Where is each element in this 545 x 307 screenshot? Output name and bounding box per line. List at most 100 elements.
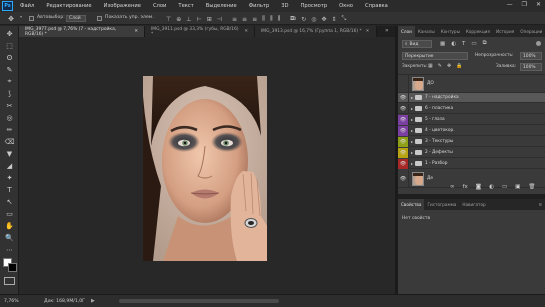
align-left-icon[interactable]: ⊢ [197, 16, 202, 23]
tab-layers[interactable]: Слои [398, 26, 415, 37]
close-icon[interactable]: ✕ [134, 29, 138, 34]
brush-tool-icon[interactable]: ◎ [4, 113, 15, 122]
folder-icon[interactable]: ▭ [502, 184, 507, 190]
horizontal-scrollbar[interactable] [19, 298, 395, 304]
3d-rotate-icon[interactable]: ↻ [301, 16, 306, 23]
menu-filter[interactable]: Фильтр [249, 3, 270, 9]
quick-mask-icon[interactable] [4, 277, 15, 285]
crop-tool-icon[interactable]: ⌖ [4, 77, 15, 86]
healing-tool-icon[interactable]: ✂ [4, 101, 15, 110]
document-image[interactable] [143, 76, 267, 261]
distribute-left-icon[interactable]: ⫼ [262, 15, 265, 23]
distribute-right-icon[interactable]: ⫼ [278, 15, 281, 23]
filter-pixel-icon[interactable]: ▦ [440, 41, 445, 47]
panel-menu-icon[interactable]: ≡ [535, 199, 545, 210]
layer-row-selected[interactable]: 👁 ▸ 7 - надстройка [398, 92, 545, 103]
menu-layers[interactable]: Слои [153, 3, 166, 9]
lasso-tool-icon[interactable]: ʘ [4, 53, 15, 62]
adjustment-icon[interactable]: ◐ [489, 184, 494, 190]
distribute-hcenter-icon[interactable]: ⫼ [270, 15, 273, 23]
move-tool-preset-icon[interactable]: ✥ [4, 14, 18, 23]
menu-3d[interactable]: 3D [281, 3, 288, 9]
tab-paths[interactable]: Контуры [438, 26, 463, 37]
shape-tool-icon[interactable]: ▭ [4, 209, 15, 218]
eye-icon[interactable]: 👁 [398, 147, 409, 158]
tab-adjustments[interactable]: Коррекция [463, 26, 493, 37]
menu-help[interactable]: Справка [365, 3, 388, 9]
eye-icon[interactable]: 👁 [398, 136, 409, 147]
blur-tool-icon[interactable]: ◢ [4, 161, 15, 170]
layer-filter-select[interactable]: ⌕ Вид [402, 40, 432, 48]
new-layer-icon[interactable]: ▣ [515, 184, 520, 190]
layer-row[interactable]: 👁 ▸ 6 - пластика [398, 103, 545, 114]
filter-adjust-icon[interactable]: ◐ [451, 41, 456, 47]
tab-img-3913[interactable]: IMG_3913.psd @ 16,7% (Группа 1, RGB/16) … [255, 26, 377, 37]
lock-transparency-icon[interactable]: ▦ [428, 63, 433, 69]
menu-select[interactable]: Выделение [206, 3, 237, 9]
tab-channels[interactable]: Каналы [415, 26, 438, 37]
distribute-top-icon[interactable]: ≡ [232, 16, 237, 23]
quick-select-tool-icon[interactable]: ✎ [4, 65, 15, 74]
blend-mode-select[interactable]: Перекрытие [402, 52, 468, 60]
trash-icon[interactable]: 🗑 [528, 184, 535, 190]
3d-slide-icon[interactable]: ⇕ [332, 16, 337, 23]
menu-window[interactable]: Окно [339, 3, 353, 9]
3d-roll-icon[interactable]: ◎ [311, 16, 316, 23]
tab-actions[interactable]: Операции [517, 26, 545, 37]
fx-icon[interactable]: fx [463, 184, 468, 190]
hand-tool-icon[interactable]: ✋ [4, 221, 15, 230]
align-vcenter-icon[interactable]: ⊕ [176, 16, 181, 23]
layer-row[interactable]: 👁 ▸ 4 - цветокор. [398, 125, 545, 136]
menu-text[interactable]: Текст [178, 3, 193, 9]
tab-img-3911[interactable]: IMG_3911.psd @ 33,3% (губы, RGB/16) * ✕ [145, 26, 255, 37]
tab-properties[interactable]: Свойства [398, 199, 425, 210]
distribute-bottom-icon[interactable]: ≡ [252, 16, 257, 23]
gradient-tool-icon[interactable]: ▼ [4, 149, 15, 158]
background-color-swatch[interactable] [8, 263, 17, 272]
tabs-overflow-icon[interactable]: » [385, 27, 389, 34]
layer-row[interactable]: 👁 ▸ 5 - глаза [398, 114, 545, 125]
path-select-tool-icon[interactable]: ↖ [4, 197, 15, 206]
move-tool-icon[interactable]: ✥ [4, 29, 15, 38]
minimize-icon[interactable]: — [507, 1, 513, 8]
eraser-tool-icon[interactable]: ⌫ [4, 137, 15, 146]
eye-icon[interactable]: 👁 [398, 92, 409, 103]
eye-icon[interactable]: 👁 [398, 158, 409, 169]
layer-row[interactable]: 👁 ▸ 2 - Дефекты [398, 147, 545, 158]
distribute-center-icon[interactable]: ≡ [242, 16, 247, 23]
type-tool-icon[interactable]: T [4, 185, 15, 194]
show-controls-checkbox[interactable] [97, 16, 102, 21]
menu-file[interactable]: Файл [20, 3, 34, 9]
tab-img-3977[interactable]: IMG_3977.psd @ 7,76% (7 - надстройка, RG… [19, 26, 145, 37]
fill-input[interactable]: 100% [520, 63, 542, 71]
tab-histogram[interactable]: Гистограмма [424, 199, 459, 210]
zoom-tool-icon[interactable]: 🔍 [4, 233, 15, 242]
layer-row[interactable]: 👁 ▸ 3 - Текстуры [398, 136, 545, 147]
autoselect-checkbox[interactable] [29, 16, 34, 21]
tab-history[interactable]: История [493, 26, 517, 37]
menu-edit[interactable]: Редактирование [46, 3, 91, 9]
eye-icon[interactable]: 👁 [398, 169, 409, 188]
scrollbar-thumb[interactable] [119, 299, 279, 303]
chevron-down-icon[interactable]: ▾ [20, 14, 24, 23]
lock-all-icon[interactable]: 🔒 [456, 63, 462, 69]
filter-type-icon[interactable]: T [462, 41, 465, 47]
marquee-tool-icon[interactable]: ⬚ [4, 41, 15, 50]
eye-icon[interactable]: 👁 [398, 103, 409, 114]
eyedropper-tool-icon[interactable]: ⟆ [4, 89, 15, 98]
mask-icon[interactable]: ◙ [476, 184, 481, 190]
eye-icon[interactable]: 👁 [398, 114, 409, 125]
tab-navigator[interactable]: Навигатор [459, 199, 488, 210]
menu-image[interactable]: Изображение [104, 3, 141, 9]
link-icon[interactable]: ∞ [450, 184, 455, 190]
lock-pixels-icon[interactable]: ✎ [438, 63, 442, 69]
close-icon[interactable]: ✕ [366, 29, 370, 34]
3d-scale-icon[interactable]: ⤡ [342, 15, 347, 23]
opacity-input[interactable]: 100% [520, 52, 542, 60]
autoselect-select[interactable]: Слой [66, 15, 86, 22]
align-bottom-icon[interactable]: ⊥ [186, 16, 191, 23]
layer-row[interactable]: ДО [398, 74, 545, 93]
lock-position-icon[interactable]: ✥ [447, 63, 451, 69]
3d-drag-icon[interactable]: ✥ [321, 16, 326, 23]
close-icon[interactable]: ✕ [536, 1, 541, 8]
